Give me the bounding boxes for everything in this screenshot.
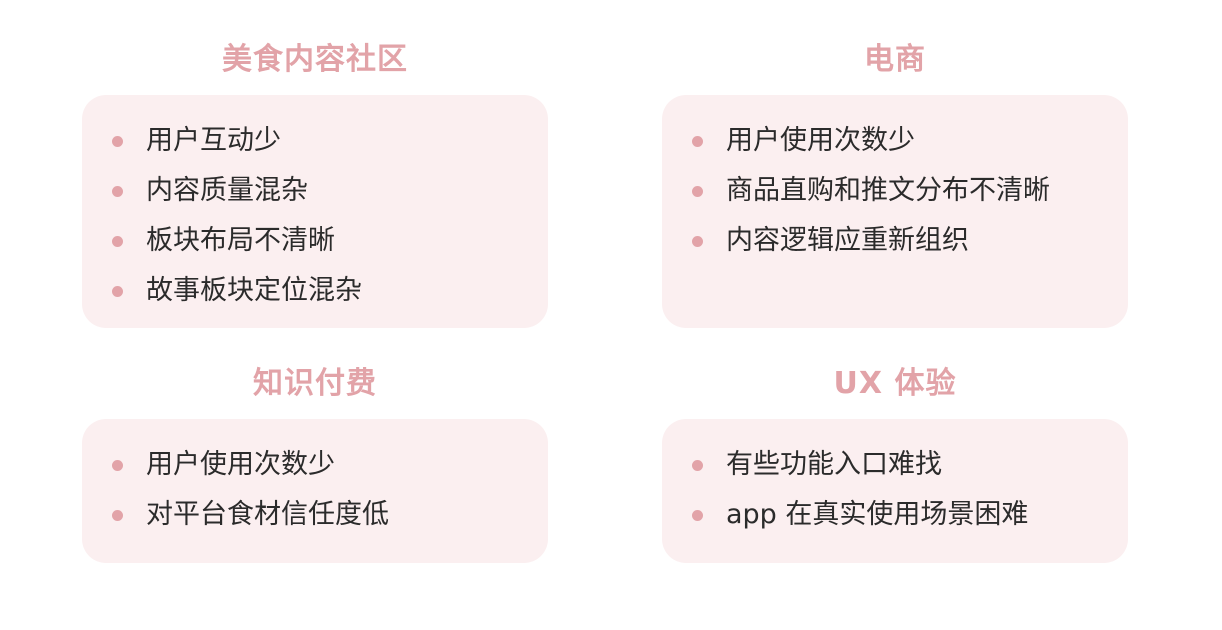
list-item-text: app 在真实使用场景困难 [726,499,1029,530]
section-food-community: 美食内容社区 用户互动少 内容质量混杂 板块布局不清晰 故事板块定位混杂 [82,40,548,328]
section-ecommerce: 电商 用户使用次数少 商品直购和推文分布不清晰 内容逻辑应重新组织 [662,40,1128,328]
bullet-dot-icon [692,186,703,197]
list-item: 用户使用次数少 [112,445,548,495]
bullet-dot-icon [112,460,123,471]
list-item: 板块布局不清晰 [112,221,548,271]
list-item: 对平台食材信任度低 [112,495,548,545]
list-item-text: 板块布局不清晰 [146,225,335,256]
list-item-text: 内容质量混杂 [146,175,308,206]
issue-list: 用户使用次数少 对平台食材信任度低 [112,445,548,545]
bullet-dot-icon [112,510,123,521]
list-item: 故事板块定位混杂 [112,271,548,321]
bullet-dot-icon [112,236,123,247]
list-item: 有些功能入口难找 [692,445,1128,495]
section-paid-knowledge: 知识付费 用户使用次数少 对平台食材信任度低 [82,364,548,563]
list-item-text: 对平台食材信任度低 [146,499,389,530]
section-title: 美食内容社区 [222,42,408,77]
list-item: 内容质量混杂 [112,171,548,221]
list-item: 用户使用次数少 [692,121,1128,171]
bullet-dot-icon [112,286,123,297]
list-item-text: 故事板块定位混杂 [146,275,362,306]
section-ux-experience: UX 体验 有些功能入口难找 app 在真实使用场景困难 [662,364,1128,563]
issue-list: 有些功能入口难找 app 在真实使用场景困难 [692,445,1128,545]
list-item-text: 内容逻辑应重新组织 [726,225,969,256]
section-title: 电商 [864,42,926,77]
list-item: 内容逻辑应重新组织 [692,221,1128,271]
list-item-text: 有些功能入口难找 [726,449,942,480]
list-item: 用户互动少 [112,121,548,171]
issue-list: 用户互动少 内容质量混杂 板块布局不清晰 故事板块定位混杂 [112,121,548,321]
list-item-text: 用户互动少 [146,125,281,156]
list-item: 商品直购和推文分布不清晰 [692,171,1128,221]
bullet-dot-icon [692,510,703,521]
bullet-dot-icon [112,186,123,197]
list-item-text: 商品直购和推文分布不清晰 [726,175,1050,206]
list-item-text: 用户使用次数少 [726,125,915,156]
section-title: 知识付费 [253,366,377,401]
bullet-dot-icon [692,236,703,247]
issue-card: 用户互动少 内容质量混杂 板块布局不清晰 故事板块定位混杂 [82,95,548,328]
issue-card: 用户使用次数少 商品直购和推文分布不清晰 内容逻辑应重新组织 [662,95,1128,328]
issue-card: 用户使用次数少 对平台食材信任度低 [82,419,548,563]
list-item: app 在真实使用场景困难 [692,495,1128,545]
section-title: UX 体验 [833,366,957,401]
issue-card: 有些功能入口难找 app 在真实使用场景困难 [662,419,1128,563]
bullet-dot-icon [692,460,703,471]
issue-list: 用户使用次数少 商品直购和推文分布不清晰 内容逻辑应重新组织 [692,121,1128,271]
list-item-text: 用户使用次数少 [146,449,335,480]
bullet-dot-icon [692,136,703,147]
bullet-dot-icon [112,136,123,147]
